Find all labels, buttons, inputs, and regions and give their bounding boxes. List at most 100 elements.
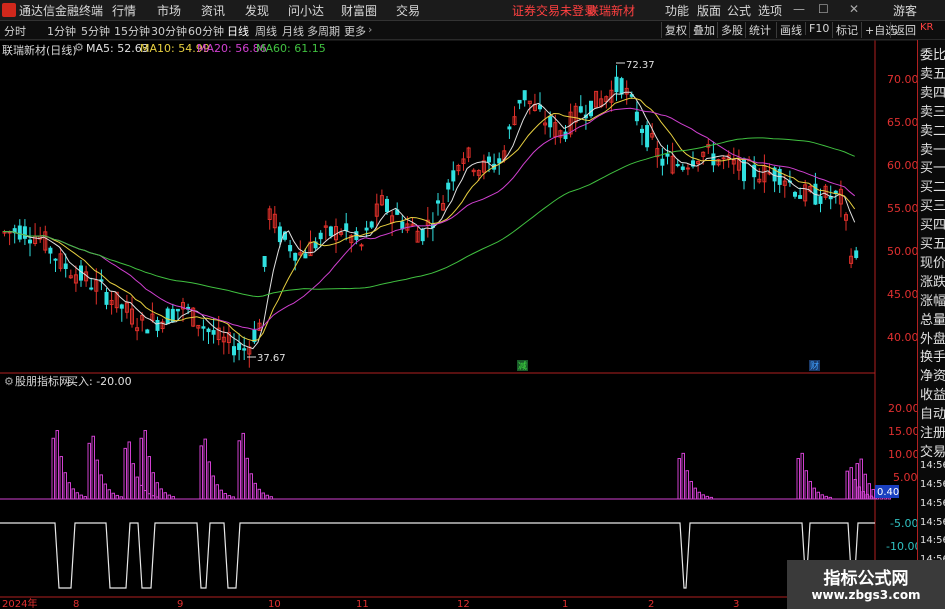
tab-15min[interactable]: 15分钟 bbox=[114, 23, 150, 39]
date-tick: 2024年 bbox=[2, 597, 37, 609]
indicator-buy-label: 买入: -20.00 bbox=[67, 375, 132, 388]
side-panel-row: 14:56 bbox=[920, 478, 945, 490]
side-panel-row: 卖二 bbox=[920, 123, 945, 139]
tab-5min[interactable]: 5分钟 bbox=[81, 23, 110, 39]
date-tick: 3 bbox=[733, 599, 739, 609]
side-panel-row: 买二 bbox=[920, 180, 945, 196]
side-panel-row: 现价 bbox=[920, 255, 945, 271]
menu-ask[interactable]: 问小达 bbox=[288, 2, 324, 19]
price-tick: 50.00 bbox=[887, 245, 917, 258]
price-tick: 70.00 bbox=[887, 73, 917, 86]
watermark-banner: 指标公式网 www.zbgs3.com bbox=[787, 560, 945, 609]
side-panel-row: 委比 bbox=[920, 48, 945, 63]
indicator-settings-icon[interactable]: ⚙ bbox=[4, 375, 14, 388]
date-tick: 8 bbox=[73, 599, 79, 609]
side-panel-row: 涨跌 bbox=[920, 274, 945, 290]
side-panel-row: 涨幅 bbox=[920, 293, 945, 309]
date-tick: 9 bbox=[177, 599, 183, 609]
tab-60min[interactable]: 60分钟 bbox=[188, 23, 224, 39]
menu-quotes[interactable]: 行情 bbox=[112, 2, 136, 19]
tab-daily[interactable]: 日线 bbox=[227, 23, 249, 39]
event-marker-reduce[interactable]: 减 bbox=[518, 360, 527, 372]
side-panel-row: 买三 bbox=[920, 199, 945, 215]
indicator-tick: -5.00 bbox=[890, 517, 917, 530]
menu-news[interactable]: 资讯 bbox=[201, 2, 225, 19]
event-marker-finance[interactable]: 财 bbox=[810, 360, 819, 372]
stats-button[interactable]: 统计 bbox=[745, 22, 771, 38]
price-tick: 55.00 bbox=[887, 202, 917, 215]
f10-button[interactable]: F10 bbox=[805, 22, 829, 35]
price-tick: 65.00 bbox=[887, 116, 917, 129]
menu-wealth[interactable]: 财富圈 bbox=[341, 2, 377, 19]
stock-name-link[interactable]: 联瑞新材 bbox=[587, 2, 635, 19]
menu-formula[interactable]: 公式 bbox=[727, 2, 751, 19]
side-panel-row: 卖四 bbox=[920, 85, 945, 101]
side-panel-row: 注册 bbox=[920, 426, 945, 441]
tab-multi-period[interactable]: 多周期 bbox=[307, 23, 340, 39]
date-tick: 1 bbox=[562, 599, 568, 609]
indicator-current-value: 0.40 bbox=[877, 487, 899, 498]
chevron-right-icon[interactable]: › bbox=[368, 23, 372, 36]
side-panel-row: 买五 bbox=[920, 237, 945, 252]
side-panel-row: 总量 bbox=[920, 312, 945, 328]
side-panel-row: 卖三 bbox=[920, 104, 945, 120]
draw-line-button[interactable]: 画线 bbox=[776, 22, 802, 38]
tab-monthly[interactable]: 月线 bbox=[282, 23, 304, 39]
side-panel-row: 14:56 bbox=[920, 497, 945, 509]
side-panel-row: 换手 bbox=[920, 350, 945, 366]
menu-discover[interactable]: 发现 bbox=[245, 2, 269, 19]
candlestick-series bbox=[2, 65, 859, 368]
menu-function[interactable]: 功能 bbox=[665, 2, 689, 19]
app-title: 通达信金融终端 bbox=[19, 4, 104, 18]
indicator-tick: 20.00 bbox=[888, 402, 917, 415]
app-logo-icon bbox=[2, 3, 16, 17]
top-menu-bar: 通达信金融终端 行情 市场 资讯 发现 问小达 财富圈 交易 证券交易未登录 联… bbox=[0, 0, 945, 21]
date-tick: 10 bbox=[268, 599, 281, 609]
guest-user[interactable]: 游客 bbox=[893, 2, 917, 19]
tab-intraday[interactable]: 分时 bbox=[4, 23, 26, 39]
indicator-tick: 10.00 bbox=[888, 448, 917, 461]
close-icon[interactable]: ✕ bbox=[849, 2, 859, 16]
side-panel-row: 收益 bbox=[920, 388, 945, 404]
adjust-button[interactable]: 复权 bbox=[661, 22, 687, 38]
maximize-icon[interactable]: ☐ bbox=[818, 2, 829, 16]
menu-layout[interactable]: 版面 bbox=[697, 2, 721, 19]
date-tick: 11 bbox=[356, 599, 369, 609]
kline-chart-area[interactable]: 70.00 65.00 60.00 55.00 50.00 45.00 40.0… bbox=[0, 40, 917, 609]
side-panel-row: 自动 bbox=[920, 407, 945, 423]
side-panel-row: 买一 bbox=[920, 161, 945, 177]
price-tick: 40.00 bbox=[887, 331, 917, 344]
quote-side-panel: 委比 卖五 卖四 卖三 卖二 卖一 买一 买二 买三 买四 买五 现价 涨跌 涨幅 总量 外盘 换手 净资 收益 自动… bbox=[917, 40, 945, 609]
indicator-tick: -10.00 bbox=[886, 540, 917, 553]
tab-weekly[interactable]: 周线 bbox=[255, 23, 277, 39]
watermark-url: www.zbgs3.com bbox=[811, 588, 921, 602]
indicator-tick: 5.00 bbox=[893, 471, 917, 484]
side-panel-row: 14:56 bbox=[920, 535, 945, 547]
watermark-title: 指标公式网 bbox=[823, 569, 909, 589]
tab-more[interactable]: 更多 bbox=[344, 23, 366, 39]
side-panel-row: 14:56 bbox=[920, 516, 945, 528]
menu-options[interactable]: 选项 bbox=[758, 2, 782, 19]
price-tick: 60.00 bbox=[887, 159, 917, 172]
tab-30min[interactable]: 30分钟 bbox=[151, 23, 187, 39]
login-status-warning[interactable]: 证券交易未登录 bbox=[512, 2, 596, 19]
price-tick: 45.00 bbox=[887, 288, 917, 301]
side-panel-row: 14:56 bbox=[920, 459, 945, 471]
side-panel-row: 净资 bbox=[920, 369, 945, 385]
overlay-button[interactable]: 叠加 bbox=[689, 22, 715, 38]
indicator-title: 股朋指标网 bbox=[15, 374, 70, 388]
menu-market[interactable]: 市场 bbox=[157, 2, 181, 19]
side-panel-row: 交易 bbox=[920, 444, 945, 460]
multi-stock-button[interactable]: 多股 bbox=[717, 22, 743, 38]
mark-button[interactable]: 标记 bbox=[832, 22, 858, 38]
menu-trade[interactable]: 交易 bbox=[396, 2, 420, 19]
tab-1min[interactable]: 1分钟 bbox=[47, 23, 76, 39]
period-toolbar: 分时 1分钟 5分钟 15分钟 30分钟 60分钟 日线 周线 月线 多周期 更… bbox=[0, 21, 945, 40]
high-price-label: 72.37 bbox=[626, 60, 655, 71]
side-panel-row: 外盘 bbox=[920, 331, 945, 347]
indicator-tick: 15.00 bbox=[888, 425, 917, 438]
side-panel-row: 卖五 bbox=[920, 66, 945, 82]
back-button[interactable]: 返回 bbox=[890, 22, 916, 38]
minimize-icon[interactable]: — bbox=[793, 2, 805, 16]
side-panel-row: 买四 bbox=[920, 218, 945, 234]
